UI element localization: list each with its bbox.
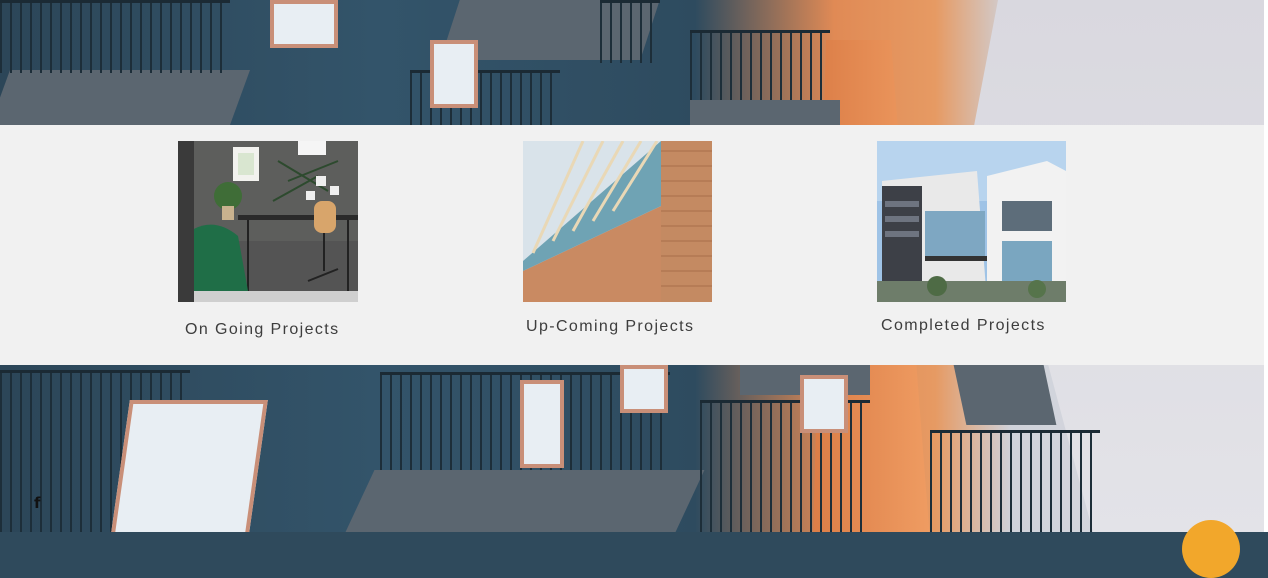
ongoing-projects-label[interactable]: On Going Projects	[185, 321, 340, 339]
project-card-upcoming[interactable]: Up-Coming Projects	[523, 141, 712, 347]
page-edge	[1264, 0, 1268, 532]
projects-band: On Going Projects Up-Coming Projects Com…	[0, 125, 1264, 365]
upcoming-projects-label[interactable]: Up-Coming Projects	[526, 318, 694, 336]
project-card-ongoing[interactable]: On Going Projects	[178, 141, 358, 347]
chat-button[interactable]	[1182, 520, 1240, 578]
modern-facade-image[interactable]	[523, 141, 712, 302]
project-card-completed[interactable]: Completed Projects	[877, 141, 1066, 347]
facebook-icon[interactable]: f	[34, 494, 46, 512]
completed-projects-label[interactable]: Completed Projects	[881, 317, 1046, 335]
office-workspace-image[interactable]	[178, 141, 358, 302]
modern-house-image[interactable]	[877, 141, 1066, 302]
